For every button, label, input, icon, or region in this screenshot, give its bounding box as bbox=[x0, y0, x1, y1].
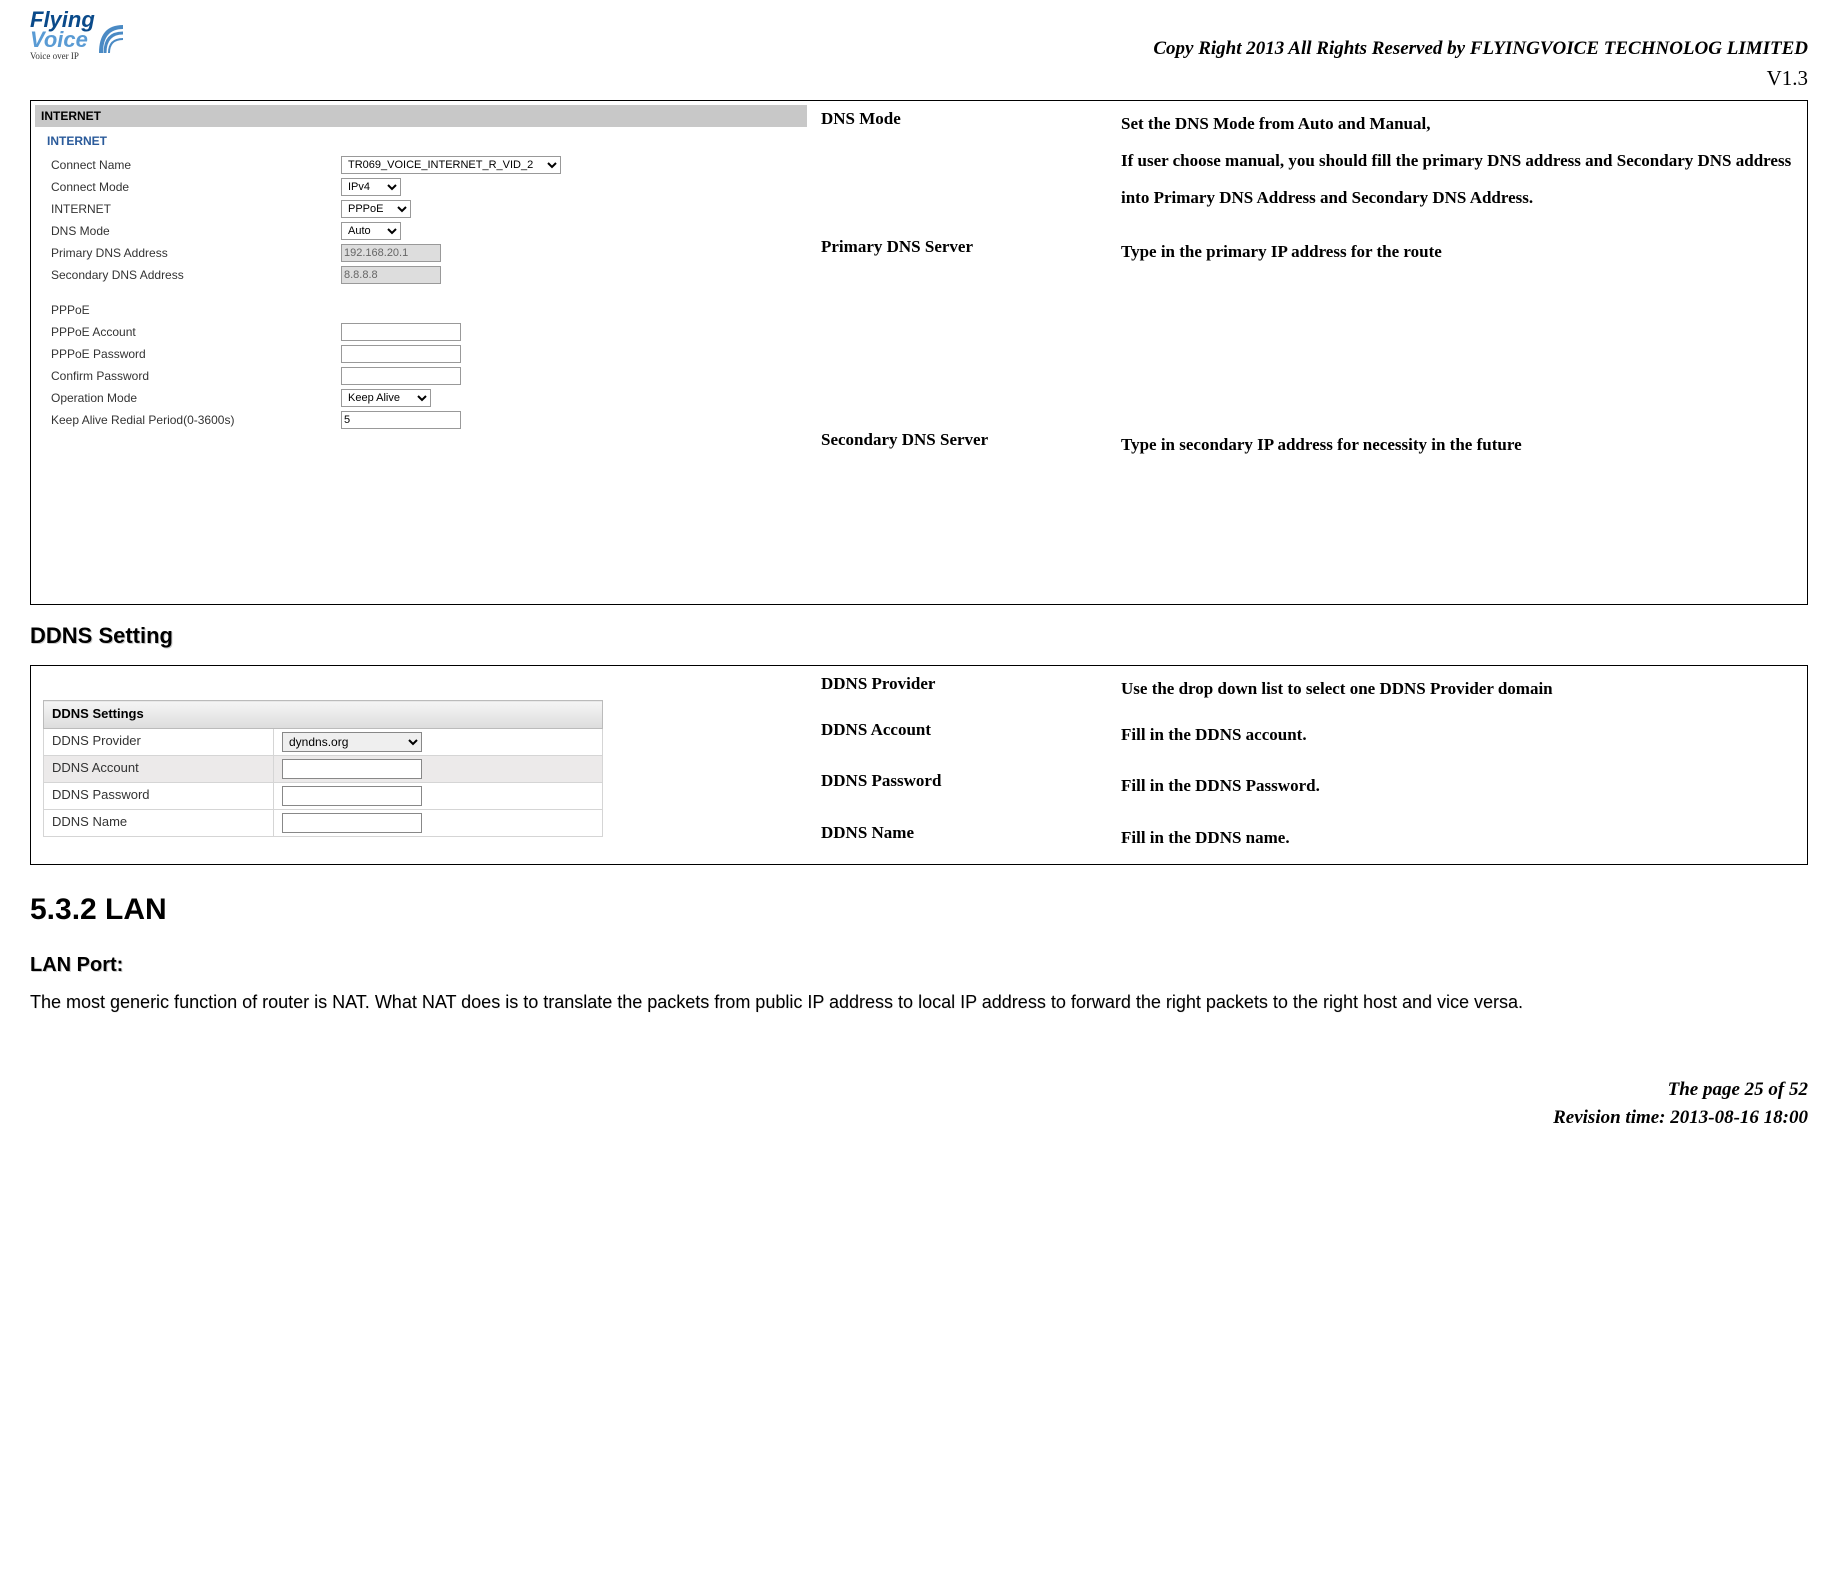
version-text: V1.3 bbox=[30, 64, 1808, 93]
ddns-account-input[interactable] bbox=[282, 759, 422, 779]
page-footer: The page 25 of 52 Revision time: 2013-08… bbox=[30, 1076, 1808, 1133]
page-header: Flying Voice Voice over IP Copy Right 20… bbox=[30, 10, 1808, 62]
desc-name: DDNS Name bbox=[821, 819, 1121, 856]
dns-mode-label: DNS Mode bbox=[51, 223, 341, 240]
desc-value: Fill in the DDNS name. bbox=[1121, 819, 1797, 856]
desc-name: DDNS Provider bbox=[821, 670, 1121, 707]
lan-heading: 5.3.2 LAN bbox=[30, 889, 1808, 931]
footer-page: The page 25 of 52 bbox=[30, 1076, 1808, 1105]
internet-label: INTERNET bbox=[51, 201, 341, 218]
desc-name: DDNS Password bbox=[821, 767, 1121, 804]
ddns-password-input[interactable] bbox=[282, 786, 422, 806]
keepalive-label: Keep Alive Redial Period(0-3600s) bbox=[51, 412, 341, 429]
desc-value: Fill in the DDNS account. bbox=[1121, 716, 1797, 753]
panel-title: INTERNET bbox=[35, 105, 807, 128]
pppoe-password-input[interactable] bbox=[341, 345, 461, 363]
desc-name: Primary DNS Server bbox=[821, 233, 1121, 270]
primary-dns-label: Primary DNS Address bbox=[51, 245, 341, 262]
pppoe-section-label: PPPoE bbox=[51, 302, 341, 319]
primary-dns-input[interactable] bbox=[341, 244, 441, 262]
confirm-password-input[interactable] bbox=[341, 367, 461, 385]
desc-name: DNS Mode bbox=[821, 105, 1121, 217]
pppoe-password-label: PPPoE Password bbox=[51, 346, 341, 363]
connect-name-label: Connect Name bbox=[51, 157, 341, 174]
footer-revision: Revision time: 2013-08-16 18:00 bbox=[30, 1104, 1808, 1133]
logo: Flying Voice Voice over IP bbox=[30, 10, 125, 62]
internet-section-box: INTERNET INTERNET Connect Name TR069_VOI… bbox=[30, 100, 1808, 605]
secondary-dns-label: Secondary DNS Address bbox=[51, 267, 341, 284]
panel-subtitle: INTERNET bbox=[35, 127, 807, 154]
ddns-screenshot: DDNS Settings DDNS Provider dyndns.org D… bbox=[35, 670, 807, 846]
ddns-section-box: DDNS Settings DDNS Provider dyndns.org D… bbox=[30, 665, 1808, 865]
ddns-name-label: DDNS Name bbox=[44, 809, 274, 836]
signal-icon bbox=[97, 15, 125, 57]
ddns-description-column: DDNS Provider Use the drop down list to … bbox=[811, 666, 1807, 864]
operation-mode-label: Operation Mode bbox=[51, 390, 341, 407]
ddns-password-label: DDNS Password bbox=[44, 782, 274, 809]
desc-value: Type in the primary IP address for the r… bbox=[1121, 233, 1797, 270]
desc-value: Use the drop down list to select one DDN… bbox=[1121, 670, 1797, 707]
secondary-dns-input[interactable] bbox=[341, 266, 441, 284]
internet-description-column: DNS Mode Set the DNS Mode from Auto and … bbox=[811, 101, 1807, 604]
connect-mode-label: Connect Mode bbox=[51, 179, 341, 196]
operation-mode-select[interactable]: Keep Alive bbox=[341, 389, 431, 407]
lan-paragraph: The most generic function of router is N… bbox=[30, 989, 1808, 1016]
connect-mode-select[interactable]: IPv4 bbox=[341, 178, 401, 196]
copyright-text: Copy Right 2013 All Rights Reserved by F… bbox=[1153, 36, 1808, 63]
logo-line2: Voice bbox=[30, 27, 88, 52]
pppoe-account-label: PPPoE Account bbox=[51, 324, 341, 341]
keepalive-input[interactable] bbox=[341, 411, 461, 429]
internet-screenshot: INTERNET INTERNET Connect Name TR069_VOI… bbox=[35, 105, 807, 431]
ddns-provider-select[interactable]: dyndns.org bbox=[282, 732, 422, 752]
connect-name-select[interactable]: TR069_VOICE_INTERNET_R_VID_2 bbox=[341, 156, 561, 174]
ddns-heading: DDNS Setting bbox=[30, 621, 1808, 652]
ddns-account-label: DDNS Account bbox=[44, 755, 274, 782]
desc-value: Set the DNS Mode from Auto and Manual, I… bbox=[1121, 105, 1797, 217]
dns-mode-select[interactable]: Auto bbox=[341, 222, 401, 240]
ddns-panel-title: DDNS Settings bbox=[44, 701, 603, 728]
pppoe-account-input[interactable] bbox=[341, 323, 461, 341]
lan-port-heading: LAN Port: bbox=[30, 951, 1808, 979]
internet-select[interactable]: PPPoE bbox=[341, 200, 411, 218]
desc-name: Secondary DNS Server bbox=[821, 426, 1121, 463]
desc-value: Fill in the DDNS Password. bbox=[1121, 767, 1797, 804]
desc-value: Type in secondary IP address for necessi… bbox=[1121, 426, 1797, 463]
ddns-provider-label: DDNS Provider bbox=[44, 728, 274, 755]
desc-name: DDNS Account bbox=[821, 716, 1121, 753]
confirm-password-label: Confirm Password bbox=[51, 368, 341, 385]
ddns-name-input[interactable] bbox=[282, 813, 422, 833]
